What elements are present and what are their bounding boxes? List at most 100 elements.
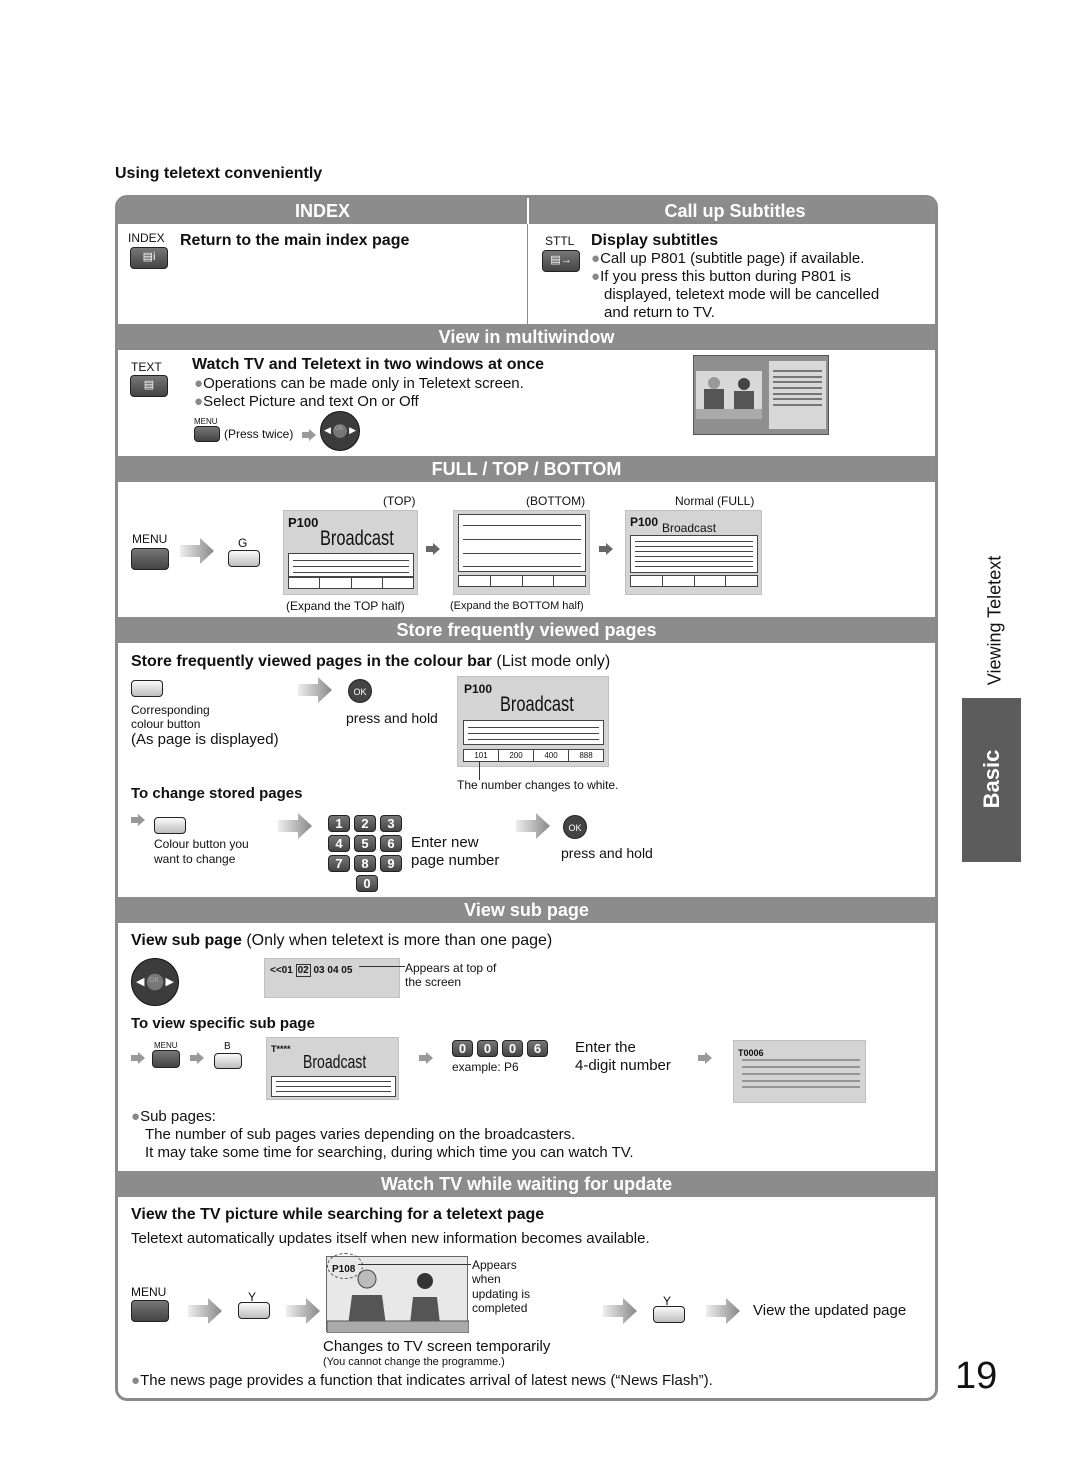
ok-button[interactable]: OK (563, 815, 587, 839)
key-4[interactable]: 4 (328, 835, 350, 852)
key-6[interactable]: 6 (380, 835, 402, 852)
key-3[interactable]: 3 (380, 815, 402, 832)
enter-digit-2: 4-digit number (575, 1057, 671, 1074)
sub-pages-note-2: It may take some time for searching, dur… (145, 1144, 634, 1161)
digit-key[interactable]: 0 (452, 1040, 473, 1057)
yellow-button[interactable] (653, 1306, 685, 1323)
appears-4: completed (472, 1301, 528, 1315)
section-label: Viewing Teletext (980, 555, 1010, 695)
basic-tab-text: Basic (979, 749, 1004, 809)
page-number: P100 (464, 682, 493, 696)
key-9[interactable]: 9 (380, 855, 402, 872)
four-digit-entry: 0006 (452, 1040, 552, 1058)
sub-page-result-screen: T0006 (733, 1040, 866, 1103)
page-number: 19 (955, 1355, 998, 1397)
arrow-icon (706, 1298, 740, 1324)
colour-button-caption-2: colour button (131, 717, 201, 731)
change-stored-heading: To change stored pages (131, 785, 303, 802)
key-7[interactable]: 7 (328, 855, 350, 872)
arrow-icon (190, 1052, 204, 1064)
arrow-icon (599, 543, 613, 555)
stored-page: 400 (534, 750, 569, 761)
stored-page: 888 (579, 751, 593, 760)
multiwindow-section-header: View in multiwindow (118, 324, 935, 350)
sub-page-entry-screen: T**** Broadcast (266, 1037, 399, 1100)
sub-page-section-header: View sub page (118, 897, 935, 923)
callout-line (358, 1264, 471, 1265)
key-8[interactable]: 8 (354, 855, 376, 872)
menu-button[interactable] (131, 548, 169, 570)
sttl-button-label: STTL (545, 234, 575, 248)
subtitles-bullet-2-cont: displayed, teletext mode will be cancell… (604, 286, 880, 303)
appears-3: updating is (472, 1287, 531, 1301)
key-1[interactable]: 1 (328, 815, 350, 832)
arrow-icon (131, 814, 145, 826)
arrow-icon (426, 543, 440, 555)
tv-screen-caption-note: (You cannot change the programme.) (323, 1356, 505, 1368)
page-number: P108 (332, 1264, 356, 1275)
text-button-label: TEXT (131, 360, 162, 374)
top-caption: (TOP) (383, 494, 416, 508)
view-updated-page: View the updated page (753, 1302, 907, 1319)
appears-1: Appears (472, 1258, 517, 1272)
number-changes-note: The number changes to white. (457, 778, 619, 792)
key-2[interactable]: 2 (354, 815, 376, 832)
update-section-header: Watch TV while waiting for update (118, 1171, 935, 1197)
subtitles-bullet-2-end: and return to TV. (604, 304, 715, 321)
arrow-icon (516, 813, 550, 839)
sttl-button[interactable]: ▤→ (542, 250, 580, 272)
subtitles-bullet-2: ●If you press this button during P801 is (591, 268, 852, 285)
index-icon: ▤i (142, 251, 156, 263)
column-divider (527, 224, 528, 324)
blue-button[interactable] (214, 1053, 242, 1069)
press-and-hold: press and hold (346, 710, 438, 726)
multiwindow-bullet-2: ●Select Picture and text On or Off (194, 393, 419, 410)
sub-pages-note-1: The number of sub pages varies depending… (145, 1126, 576, 1143)
stored-page: 200 (499, 750, 534, 761)
top-expand-caption: (Expand the TOP half) (286, 599, 405, 613)
arrow-icon (603, 1298, 637, 1324)
page-number: P100 (288, 515, 319, 530)
number-keypad: 123 456 789 0 (328, 815, 406, 895)
menu-button-label: MENU (131, 1285, 167, 1299)
menu-button[interactable] (152, 1050, 180, 1068)
press-twice-note: (Press twice) (224, 427, 294, 441)
colour-button[interactable] (154, 817, 186, 834)
arrow-icon (419, 1052, 433, 1064)
multiwindow-heading: Watch TV and Teletext in two windows at … (192, 356, 545, 373)
key-5[interactable]: 5 (354, 835, 376, 852)
sub-pages-note-title: ●Sub pages: (131, 1108, 216, 1125)
colour-button[interactable] (131, 680, 163, 697)
multiwindow-illustration (693, 355, 829, 435)
appears-2: when (472, 1272, 501, 1286)
digit-key[interactable]: 6 (527, 1040, 548, 1057)
stored-page: 101 (464, 750, 499, 761)
digit-key[interactable]: 0 (477, 1040, 498, 1057)
text-button[interactable]: ▤ (130, 375, 168, 397)
basic-tab: Basic (962, 698, 1021, 862)
change-caption-2: want to change (154, 852, 236, 866)
menu-button[interactable] (194, 426, 220, 442)
yellow-button[interactable] (238, 1302, 270, 1319)
store-pages-heading: Store frequently viewed pages in the col… (131, 653, 611, 670)
index-button[interactable]: ▤i (130, 247, 168, 269)
callout-line (359, 966, 405, 967)
subtitles-section-header: Call up Subtitles (529, 198, 935, 224)
sub-page-screen: <<01 02 03 04 05 (264, 958, 400, 998)
news-flash-note: ●The news page provides a function that … (131, 1372, 713, 1389)
top-half-screen: P100 Broadcast (283, 510, 418, 595)
broadcast-text: Broadcast (320, 527, 394, 550)
digit-key[interactable]: 0 (502, 1040, 523, 1057)
as-page-displayed: (As page is displayed) (131, 731, 279, 748)
ok-button[interactable]: OK (348, 679, 372, 703)
menu-button[interactable] (131, 1300, 169, 1322)
page-number: T**** (271, 1044, 291, 1054)
key-0[interactable]: 0 (356, 875, 378, 892)
full-caption: Normal (FULL) (675, 494, 755, 508)
cursor-dpad[interactable]: ◀ ▶ OK (320, 411, 360, 451)
arrow-icon (298, 677, 332, 703)
green-button[interactable] (228, 550, 260, 567)
arrow-icon (278, 813, 312, 839)
cursor-dpad[interactable]: ◀ ▶ OK (131, 958, 179, 1006)
broadcast-text: Broadcast (500, 693, 574, 716)
